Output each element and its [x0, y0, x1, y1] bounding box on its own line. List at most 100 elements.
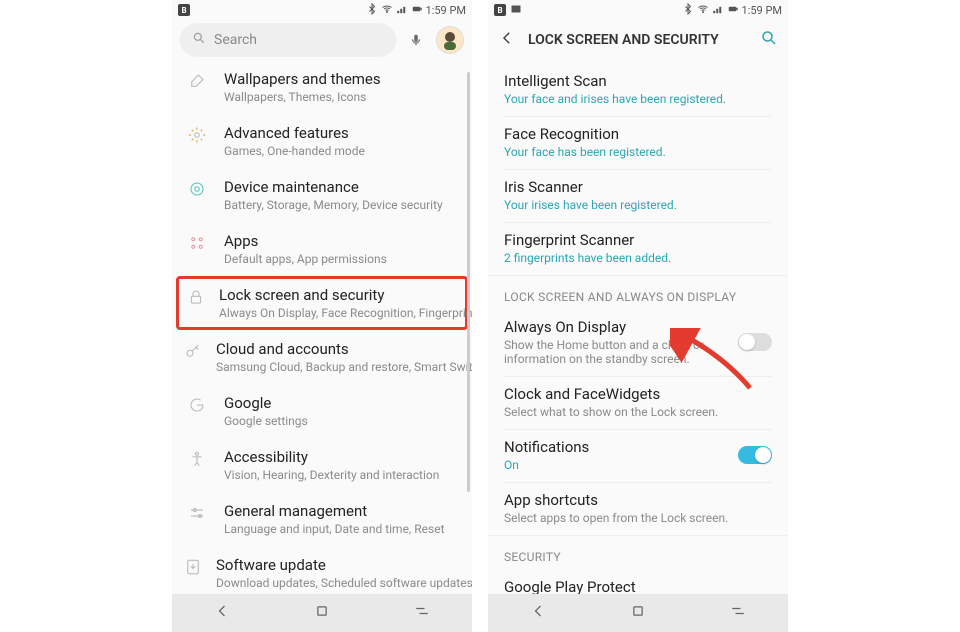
- item-subtitle: Select what to show on the Lock screen.: [504, 405, 772, 419]
- item-subtitle: Your face has been registered.: [504, 145, 772, 159]
- bluetooth-icon: [682, 3, 694, 18]
- item-title: Software update: [216, 556, 472, 574]
- item-subtitle: Battery, Storage, Memory, Device securit…: [224, 198, 458, 212]
- item-title: Google Play Protect: [504, 578, 772, 594]
- setting-device-maintenance[interactable]: Device maintenance Battery, Storage, Mem…: [172, 168, 472, 222]
- item-subtitle: 2 fingerprints have been added.: [504, 251, 772, 265]
- item-title: Wallpapers and themes: [224, 70, 458, 88]
- back-button[interactable]: [498, 29, 516, 51]
- signal-icon: [396, 3, 408, 18]
- item-subtitle: Vision, Hearing, Dexterity and interacti…: [224, 468, 458, 482]
- wifi-icon: [381, 3, 393, 18]
- image-icon: [510, 3, 522, 18]
- item-title: Iris Scanner: [504, 178, 772, 196]
- item-always-on-display[interactable]: Always On Display Show the Home button a…: [488, 310, 788, 376]
- item-fingerprint-scanner[interactable]: Fingerprint Scanner 2 fingerprints have …: [488, 223, 788, 275]
- setting-cloud-accounts[interactable]: Cloud and accounts Samsung Cloud, Backup…: [172, 330, 472, 384]
- setting-wallpapers[interactable]: Wallpapers and themes Wallpapers, Themes…: [172, 60, 472, 114]
- gear-icon: [188, 126, 206, 148]
- search-button[interactable]: [760, 29, 778, 51]
- item-title: Accessibility: [224, 448, 458, 466]
- setting-advanced-features[interactable]: Advanced features Games, One-handed mode: [172, 114, 472, 168]
- battery-icon: [727, 3, 739, 18]
- nav-back-button[interactable]: [212, 601, 232, 625]
- item-title: Clock and FaceWidgets: [504, 385, 772, 403]
- signal-icon: [712, 3, 724, 18]
- aod-toggle[interactable]: [738, 333, 772, 351]
- item-title: Always On Display: [504, 318, 728, 336]
- settings-main-screen: B 1:59 PM: [172, 0, 472, 632]
- item-title: Lock screen and security: [219, 286, 472, 304]
- item-title: Cloud and accounts: [216, 340, 472, 358]
- battery-icon: [411, 3, 423, 18]
- setting-software-update[interactable]: Software update Download updates, Schedu…: [172, 546, 472, 594]
- item-face-recognition[interactable]: Face Recognition Your face has been regi…: [488, 117, 788, 169]
- item-google-play-protect[interactable]: Google Play Protect: [488, 570, 788, 594]
- item-subtitle: Games, One-handed mode: [224, 144, 458, 158]
- item-title: General management: [224, 502, 458, 520]
- nav-recents-button[interactable]: [728, 601, 748, 625]
- voice-search-button[interactable]: [402, 26, 430, 54]
- security-list[interactable]: Intelligent Scan Your face and irises ha…: [488, 60, 788, 594]
- accessibility-icon: [188, 450, 206, 472]
- lock-icon: [187, 288, 205, 310]
- item-intelligent-scan[interactable]: Intelligent Scan Your face and irises ha…: [488, 64, 788, 116]
- item-notifications[interactable]: Notifications On: [488, 430, 788, 482]
- item-title: App shortcuts: [504, 491, 772, 509]
- app-badge-icon: B: [494, 4, 506, 16]
- item-subtitle: Samsung Cloud, Backup and restore, Smart…: [216, 360, 472, 374]
- bluetooth-icon: [366, 3, 378, 18]
- google-icon: [188, 396, 206, 418]
- apps-icon: [188, 234, 206, 256]
- sliders-icon: [188, 504, 206, 526]
- item-title: Google: [224, 394, 458, 412]
- item-subtitle: Google settings: [224, 414, 458, 428]
- clock-text: 1:59 PM: [742, 4, 782, 17]
- profile-avatar[interactable]: [436, 26, 464, 54]
- item-title: Fingerprint Scanner: [504, 231, 772, 249]
- clock-text: 1:59 PM: [426, 4, 466, 17]
- item-title: Notifications: [504, 438, 728, 456]
- item-subtitle: Select apps to open from the Lock screen…: [504, 511, 772, 525]
- item-title: Device maintenance: [224, 178, 458, 196]
- page-title: LOCK SCREEN AND SECURITY: [528, 32, 748, 48]
- setting-google[interactable]: Google Google settings: [172, 384, 472, 438]
- setting-general-management[interactable]: General management Language and input, D…: [172, 492, 472, 546]
- nav-bar: [172, 594, 472, 632]
- scrollbar[interactable]: [467, 72, 470, 492]
- app-badge-icon: B: [178, 4, 190, 16]
- section-header-lockscreen: LOCK SCREEN AND ALWAYS ON DISPLAY: [488, 275, 788, 310]
- setting-apps[interactable]: Apps Default apps, App permissions: [172, 222, 472, 276]
- notifications-toggle[interactable]: [738, 446, 772, 464]
- setting-lock-screen-security[interactable]: Lock screen and security Always On Displ…: [176, 276, 468, 330]
- section-header-security: SECURITY: [488, 535, 788, 570]
- item-subtitle: Wallpapers, Themes, Icons: [224, 90, 458, 104]
- item-title: Intelligent Scan: [504, 72, 772, 90]
- nav-recents-button[interactable]: [412, 601, 432, 625]
- status-bar: B 1:59 PM: [488, 0, 788, 20]
- nav-back-button[interactable]: [528, 601, 548, 625]
- item-app-shortcuts[interactable]: App shortcuts Select apps to open from t…: [488, 483, 788, 535]
- wifi-icon: [697, 3, 709, 18]
- item-title: Advanced features: [224, 124, 458, 142]
- item-iris-scanner[interactable]: Iris Scanner Your irises have been regis…: [488, 170, 788, 222]
- item-title: Face Recognition: [504, 125, 772, 143]
- target-icon: [188, 180, 206, 202]
- nav-bar: [488, 594, 788, 632]
- setting-accessibility[interactable]: Accessibility Vision, Hearing, Dexterity…: [172, 438, 472, 492]
- settings-list[interactable]: Wallpapers and themes Wallpapers, Themes…: [172, 60, 472, 594]
- item-subtitle: Default apps, App permissions: [224, 252, 458, 266]
- item-clock-facewidgets[interactable]: Clock and FaceWidgets Select what to sho…: [488, 377, 788, 429]
- nav-home-button[interactable]: [628, 601, 648, 625]
- brush-icon: [188, 72, 206, 94]
- item-subtitle: Always On Display, Face Recognition, Fin…: [219, 306, 472, 320]
- key-icon: [184, 342, 202, 364]
- item-subtitle: On: [504, 458, 728, 472]
- update-icon: [184, 558, 202, 580]
- item-subtitle: Your face and irises have been registere…: [504, 92, 772, 106]
- item-subtitle: Your irises have been registered.: [504, 198, 772, 212]
- nav-home-button[interactable]: [312, 601, 332, 625]
- item-subtitle: Download updates, Scheduled software upd…: [216, 576, 472, 590]
- search-input[interactable]: Search: [180, 23, 396, 57]
- item-subtitle: Show the Home button and a clock or info…: [504, 338, 728, 366]
